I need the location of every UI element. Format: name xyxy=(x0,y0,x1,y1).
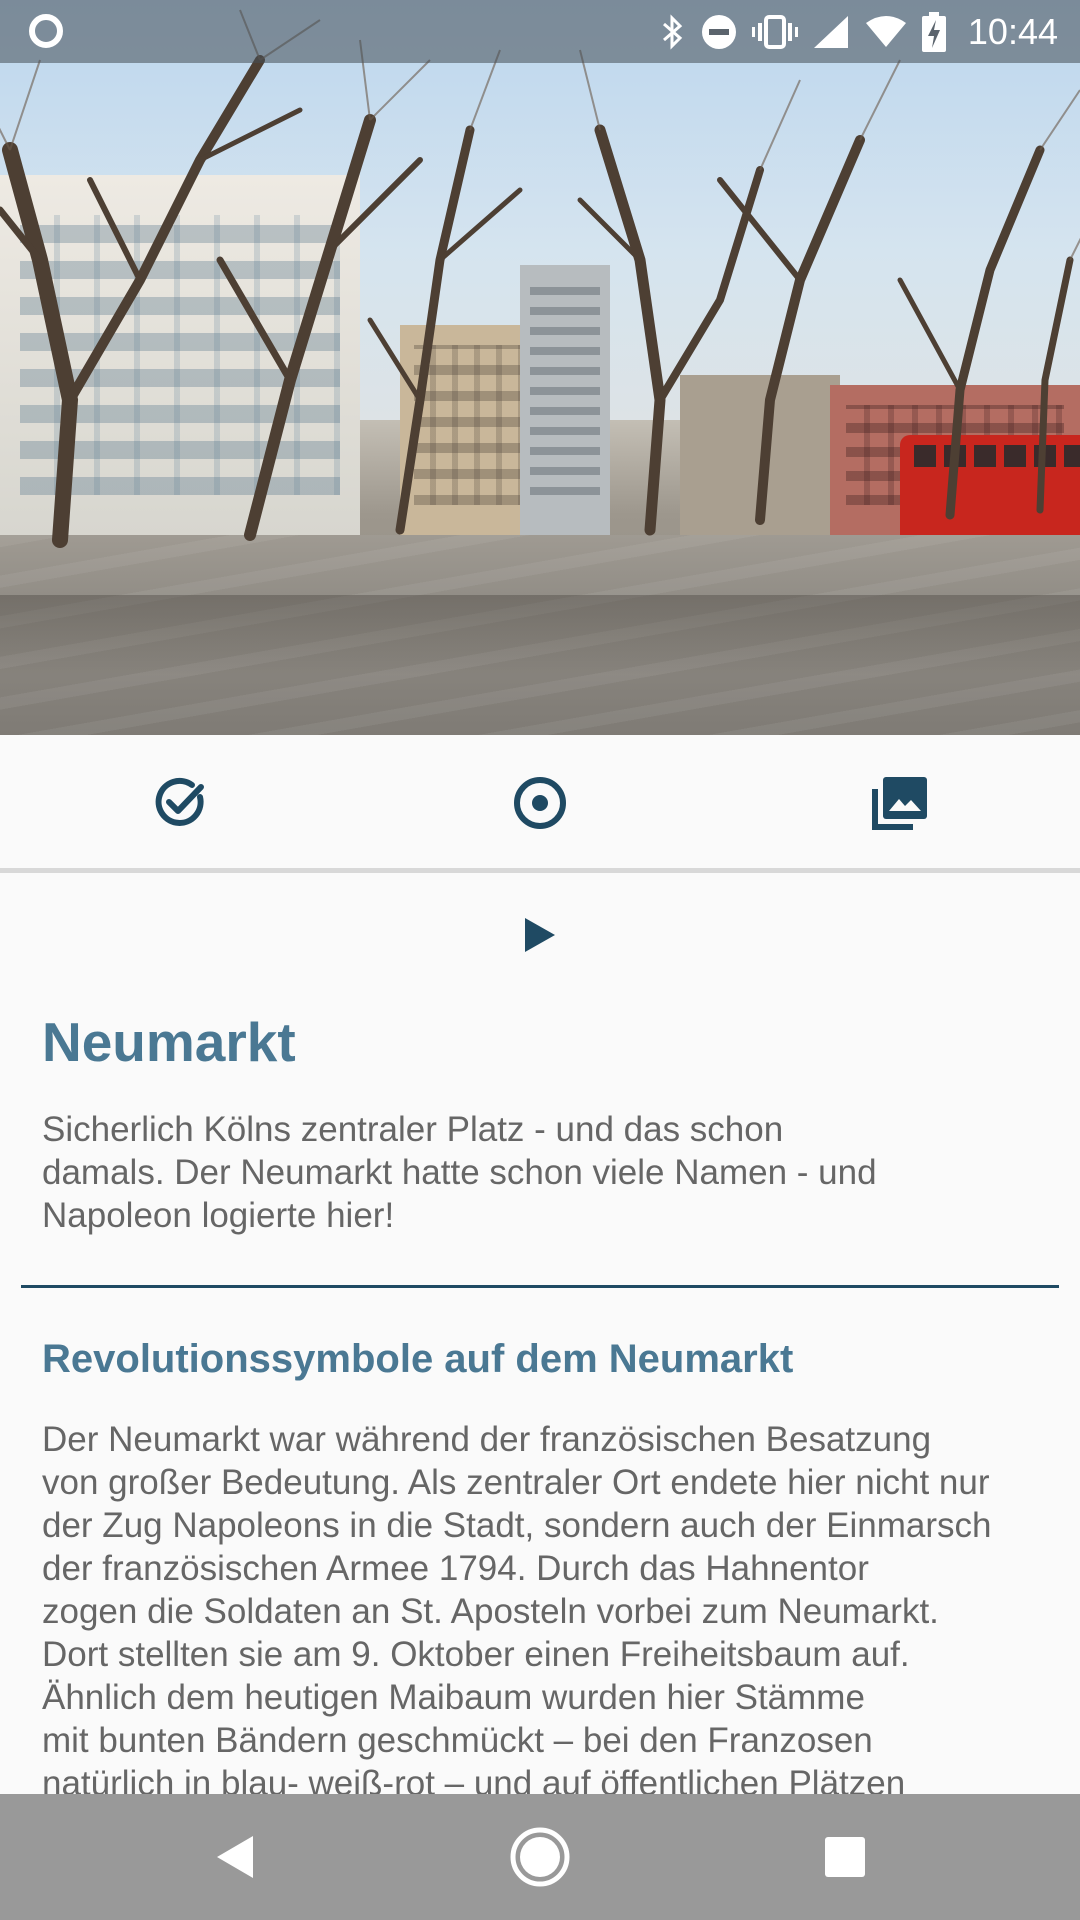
screen: 10:44 Neumarkt Sicherlich Kölns zentrale… xyxy=(0,0,1080,1920)
recents-button[interactable] xyxy=(810,1822,880,1892)
notification-circle-icon xyxy=(29,14,63,48)
battery-charging-icon xyxy=(921,11,946,52)
status-bar: 10:44 xyxy=(0,0,1080,63)
status-time: 10:44 xyxy=(967,10,1058,52)
open-gallery-button[interactable] xyxy=(864,767,936,839)
section-title: Revolutionssymbole auf dem Neumarkt xyxy=(42,1337,794,1381)
navigation-bar xyxy=(0,1794,1080,1920)
home-button[interactable] xyxy=(505,1822,575,1892)
location-pin-icon xyxy=(514,777,566,829)
bare-trees xyxy=(0,9,1080,548)
check-circle-icon xyxy=(155,778,204,826)
play-icon xyxy=(525,918,555,952)
back-button[interactable] xyxy=(200,1822,270,1892)
hero-image xyxy=(0,0,1080,735)
section-body: Der Neumarkt war während der französisch… xyxy=(42,1420,992,1794)
place-summary: Sicherlich Kölns zentraler Platz - und d… xyxy=(42,1110,877,1235)
bluetooth-icon xyxy=(662,13,683,50)
cell-signal-icon xyxy=(813,15,848,48)
do-not-disturb-icon xyxy=(701,14,736,49)
vibrate-icon xyxy=(751,14,798,49)
show-on-map-button[interactable] xyxy=(504,767,576,839)
recents-icon xyxy=(825,1837,865,1877)
home-icon xyxy=(510,1827,570,1887)
wifi-icon xyxy=(865,15,906,47)
page-title: Neumarkt xyxy=(42,1011,296,1073)
toolbar-divider xyxy=(0,868,1080,873)
audio-play-button[interactable] xyxy=(510,910,570,960)
mark-visited-button[interactable] xyxy=(144,767,216,839)
section-divider xyxy=(21,1285,1059,1288)
detail-toolbar xyxy=(0,735,1080,870)
back-icon xyxy=(217,1836,253,1878)
photo-library-icon xyxy=(872,777,927,830)
